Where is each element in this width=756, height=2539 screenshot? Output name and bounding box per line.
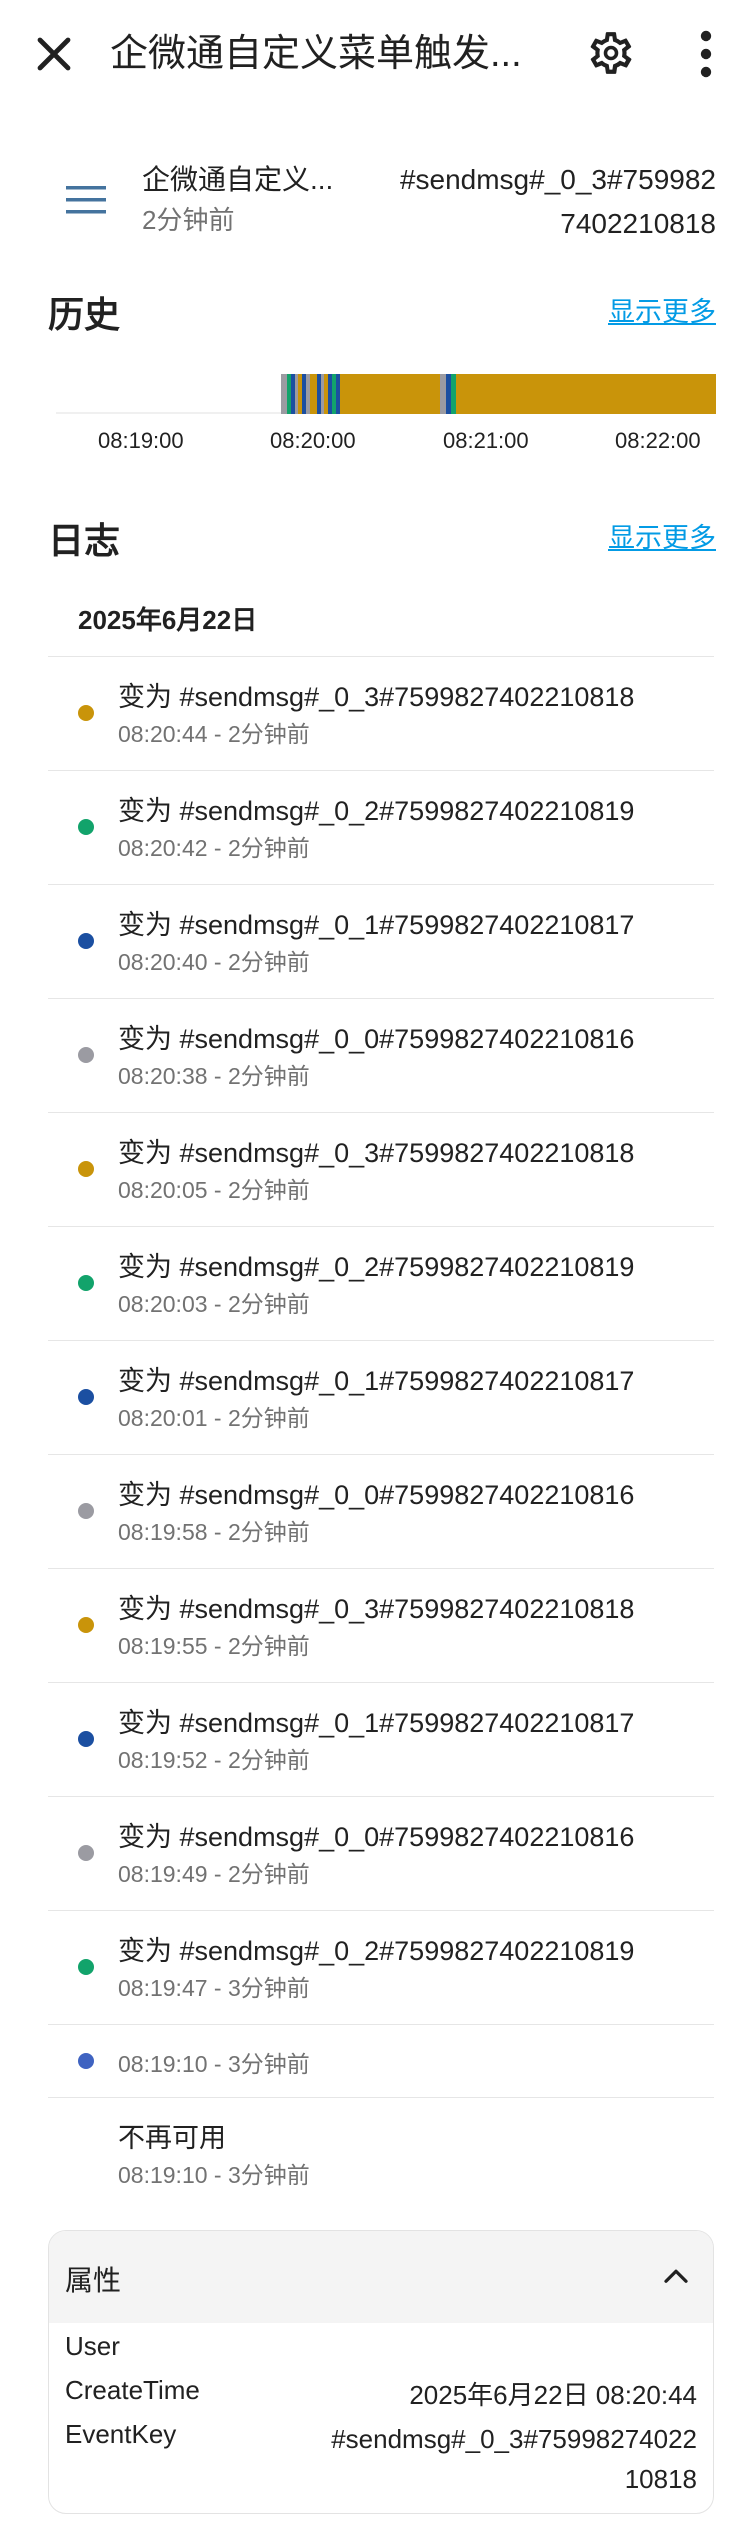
entity-name: 企微通自定义...: [142, 164, 334, 195]
logbook-entry[interactable]: 变为 #sendmsg#_0_0#7599827402210816 08:20:3…: [48, 998, 714, 1112]
logbook-entry-message: 变为 #sendmsg#_0_0#7599827402210816: [118, 1480, 635, 1510]
logbook-entry[interactable]: 变为 #sendmsg#_0_0#7599827402210816 08:19:4…: [48, 1796, 714, 1910]
logbook-entry[interactable]: 变为 #sendmsg#_0_3#7599827402210818 08:19:5…: [48, 1568, 714, 1682]
logbook-entry-message: 变为 #sendmsg#_0_1#7599827402210817: [118, 1366, 635, 1396]
state-dot-icon: [78, 933, 94, 949]
chevron-up-icon[interactable]: [661, 2263, 691, 2287]
state-dot-icon: [78, 819, 94, 835]
state-dot-icon: [78, 1959, 94, 1975]
logbook-entry[interactable]: 变为 #sendmsg#_0_1#7599827402210817 08:19:5…: [48, 1682, 714, 1796]
logbook-list: 变为 #sendmsg#_0_3#7599827402210818 08:20:4…: [48, 656, 714, 2211]
logbook-title: 日志: [48, 520, 121, 561]
logbook-entry-message: 变为 #sendmsg#_0_2#7599827402210819: [118, 1936, 635, 1966]
history-title: 历史: [48, 294, 121, 335]
history-tick-label: 08:19:00: [98, 428, 184, 453]
attributes-card: 属性 User CreateTime 2025年6月22日 08:20:44 E…: [48, 2230, 714, 2514]
state-dot-icon: [78, 1845, 94, 1861]
logbook-entry-time: 08:19:52 - 2分钟前: [118, 1747, 310, 1773]
attributes-title: 属性: [65, 2265, 122, 2296]
logbook-entry-time: 08:19:49 - 2分钟前: [118, 1861, 310, 1887]
logbook-entry-time: 08:19:10 - 3分钟前: [118, 2162, 310, 2188]
state-dot-icon: [78, 705, 94, 721]
logbook-entry-message: 变为 #sendmsg#_0_2#7599827402210819: [118, 1252, 635, 1282]
history-timeline-bar[interactable]: [56, 374, 716, 414]
entity-state: #sendmsg#_0_3#7599827402210818: [399, 164, 716, 239]
state-dot-icon: [78, 1161, 94, 1177]
logbook-entry-time: 08:19:58 - 2分钟前: [118, 1519, 310, 1545]
logbook-entry-message: 变为 #sendmsg#_0_1#7599827402210817: [118, 910, 635, 940]
logbook-entry[interactable]: 变为 #sendmsg#_0_1#7599827402210817 08:20:4…: [48, 884, 714, 998]
logbook-entry[interactable]: 变为 #sendmsg#_0_0#7599827402210816 08:19:5…: [48, 1454, 714, 1568]
attribute-value: #sendmsg#_0_3#7599827402210818: [331, 2424, 697, 2494]
menu-icon: [66, 186, 106, 214]
logbook-entry-time: 08:20:05 - 2分钟前: [118, 1177, 310, 1203]
logbook-entry-message: 变为 #sendmsg#_0_0#7599827402210816: [118, 1024, 635, 1054]
close-icon[interactable]: [30, 30, 78, 78]
attribute-key: User: [65, 2331, 120, 2361]
logbook-show-more-link[interactable]: 显示更多: [608, 516, 716, 555]
logbook-entry-time: 08:20:42 - 2分钟前: [118, 835, 310, 861]
state-dot-icon: [78, 1047, 94, 1063]
logbook-entry[interactable]: 变为 #sendmsg#_0_3#7599827402210818 08:20:0…: [48, 1112, 714, 1226]
logbook-entry[interactable]: 变为 #sendmsg#_0_2#7599827402210819 08:20:0…: [48, 1226, 714, 1340]
logbook-entry[interactable]: 变为 #sendmsg#_0_2#7599827402210819 08:20:4…: [48, 770, 714, 884]
logbook-entry-time: 08:19:47 - 3分钟前: [118, 1975, 310, 2001]
logbook-entry-message: 不再可用: [118, 2123, 226, 2153]
more-vert-icon[interactable]: [690, 28, 722, 80]
history-tick-label: 08:20:00: [270, 428, 356, 453]
logbook-entry[interactable]: 不再可用 08:19:10 - 3分钟前: [48, 2097, 714, 2211]
logbook-entry[interactable]: 08:19:10 - 3分钟前: [48, 2024, 714, 2097]
state-dot-icon: [78, 1617, 94, 1633]
history-show-more-link[interactable]: 显示更多: [608, 290, 716, 329]
dialog-title: 企微通自定义菜单触发...: [110, 33, 522, 75]
logbook-entry-time: 08:19:10 - 3分钟前: [118, 2051, 310, 2077]
top-app-bar: 企微通自定义菜单触发...: [0, 0, 756, 104]
logbook-entry[interactable]: 变为 #sendmsg#_0_2#7599827402210819 08:19:4…: [48, 1910, 714, 2024]
state-dot-icon: [78, 1275, 94, 1291]
state-dot-icon: [78, 1731, 94, 1747]
attribute-key: EventKey: [65, 2419, 177, 2449]
logbook-entry-message: 变为 #sendmsg#_0_0#7599827402210816: [118, 1822, 635, 1852]
gear-icon[interactable]: [586, 28, 636, 78]
state-dot-icon: [78, 2053, 94, 2069]
state-dot-icon: [78, 1503, 94, 1519]
logbook-entry-message: 变为 #sendmsg#_0_2#7599827402210819: [118, 796, 635, 826]
logbook-entry-time: 08:19:55 - 2分钟前: [118, 1633, 310, 1659]
logbook-entry-message: 变为 #sendmsg#_0_3#7599827402210818: [118, 1138, 635, 1168]
attribute-key: CreateTime: [65, 2375, 200, 2405]
logbook-entry-time: 08:20:40 - 2分钟前: [118, 949, 310, 975]
logbook-entry-message: 变为 #sendmsg#_0_3#7599827402210818: [118, 1594, 635, 1624]
state-dot-icon: [78, 1389, 94, 1405]
logbook-entry-message: 变为 #sendmsg#_0_3#7599827402210818: [118, 682, 635, 712]
logbook-entry[interactable]: 变为 #sendmsg#_0_1#7599827402210817 08:20:0…: [48, 1340, 714, 1454]
entity-row[interactable]: 企微通自定义... 2分钟前 #sendmsg#_0_3#75998274022…: [0, 140, 756, 260]
logbook-entry[interactable]: 变为 #sendmsg#_0_3#7599827402210818 08:20:4…: [48, 656, 714, 770]
logbook-entry-time: 08:20:01 - 2分钟前: [118, 1405, 310, 1431]
entity-last-changed: 2分钟前: [142, 205, 235, 235]
logbook-entry-time: 08:20:03 - 2分钟前: [118, 1291, 310, 1317]
history-tick-label: 08:22:00: [615, 428, 701, 453]
logbook-entry-time: 08:20:38 - 2分钟前: [118, 1063, 310, 1089]
attributes-header[interactable]: 属性: [49, 2231, 713, 2323]
logbook-entry-time: 08:20:44 - 2分钟前: [118, 721, 310, 747]
logbook-entry-message: 变为 #sendmsg#_0_1#7599827402210817: [118, 1708, 635, 1738]
history-tick-label: 08:21:00: [443, 428, 529, 453]
attribute-value: 2025年6月22日 08:20:44: [409, 2380, 697, 2410]
logbook-date-header: 2025年6月22日: [78, 605, 258, 635]
